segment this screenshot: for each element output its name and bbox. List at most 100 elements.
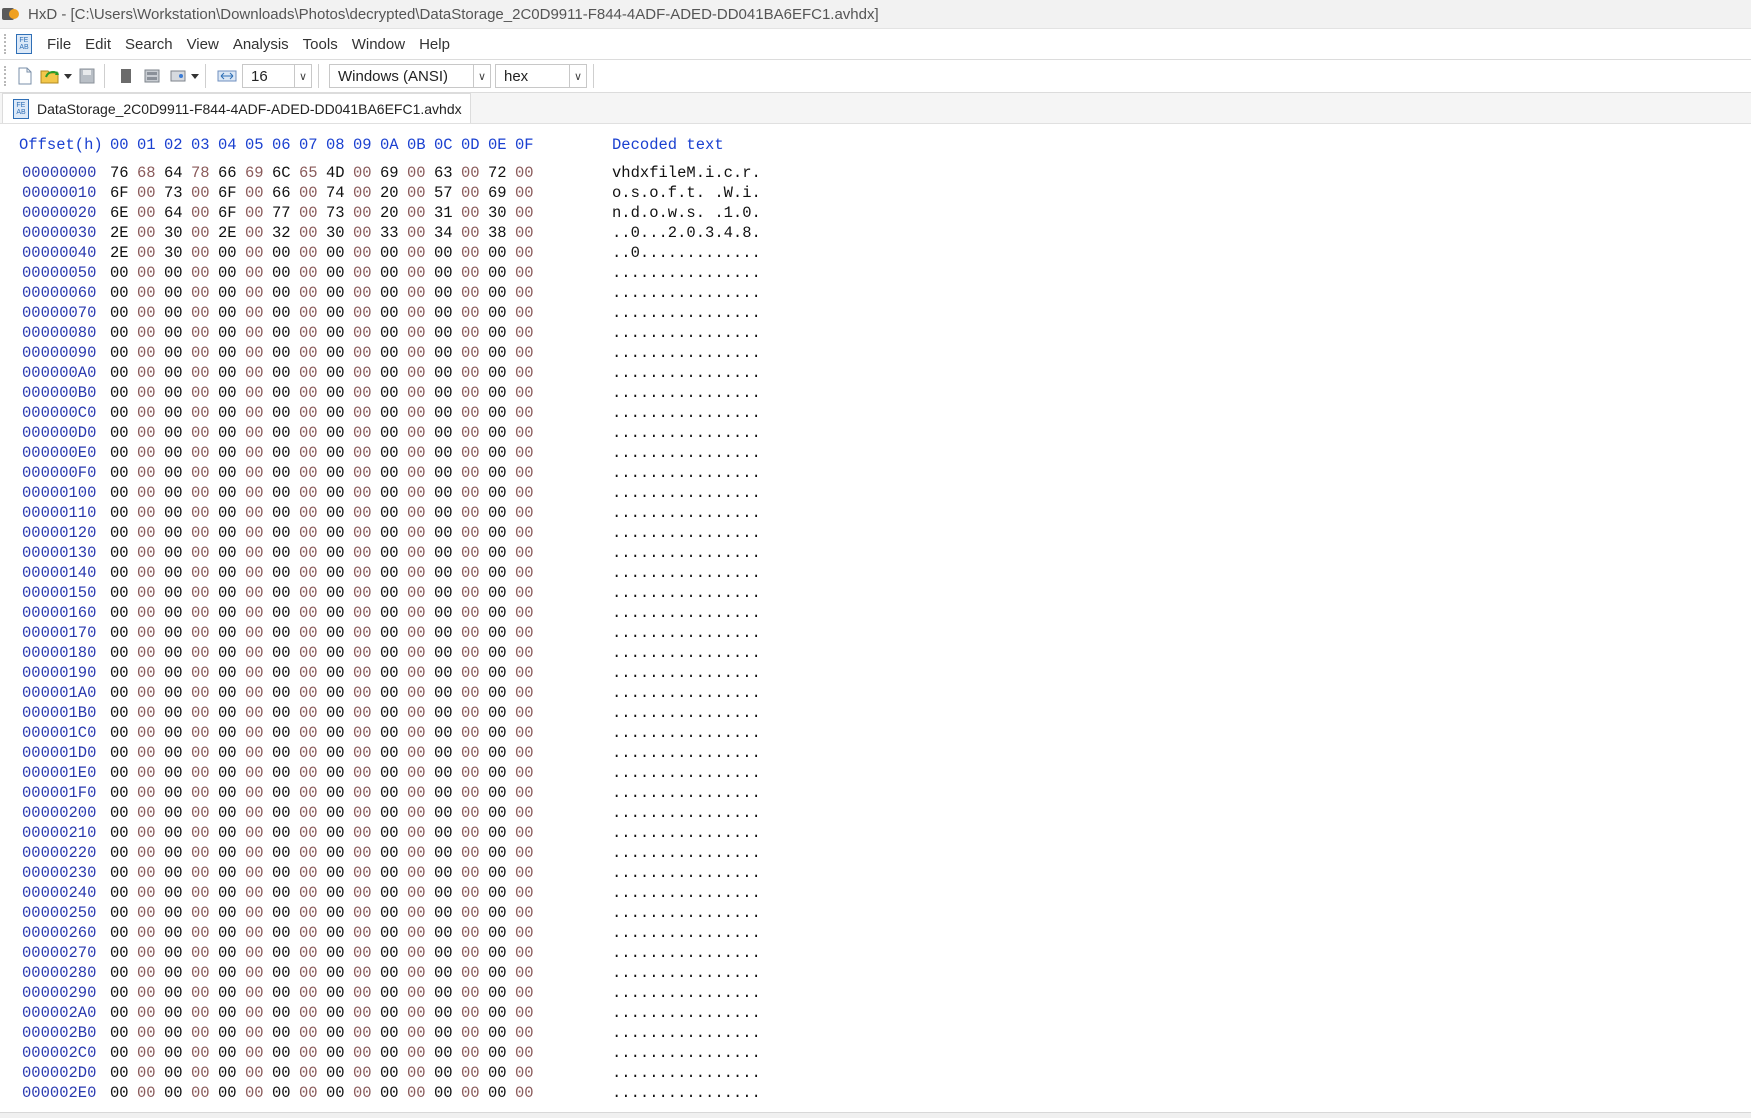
hex-byte[interactable]: 00 [461,344,487,362]
hex-byte[interactable]: 00 [191,544,217,562]
hex-byte[interactable]: 00 [245,544,271,562]
hex-byte[interactable]: 00 [218,304,244,322]
hex-byte[interactable]: 00 [272,704,298,722]
hex-byte[interactable]: 00 [353,584,379,602]
hex-byte[interactable]: 00 [353,264,379,282]
decoded-text[interactable]: ................ [612,324,761,342]
hex-byte[interactable]: 64 [164,204,190,222]
hex-byte[interactable]: 00 [353,204,379,222]
hex-byte[interactable]: 00 [245,1084,271,1102]
hex-byte[interactable]: 00 [191,644,217,662]
hex-byte[interactable]: 00 [218,744,244,762]
hex-byte[interactable]: 00 [515,664,541,682]
hex-byte[interactable]: 00 [191,584,217,602]
hex-byte[interactable]: 00 [218,1084,244,1102]
hex-byte[interactable]: 00 [326,664,352,682]
hex-byte[interactable]: 00 [488,1064,514,1082]
hex-byte[interactable]: 00 [515,584,541,602]
hex-byte[interactable]: 00 [407,1064,433,1082]
hex-byte[interactable]: 00 [110,784,136,802]
hex-byte[interactable]: 00 [272,544,298,562]
hex-row[interactable]: 00000040 2E 00 30 00 00 00 00 00 00 00 00 00 00 00 00 00… [0,244,800,264]
hex-byte[interactable]: 00 [515,164,541,182]
hex-row[interactable]: 00000030 2E 00 30 00 2E 00 32 00 30 00 33 00 34 00 38 00… [0,224,800,244]
hex-byte[interactable]: 00 [272,664,298,682]
hex-byte[interactable]: 00 [326,504,352,522]
hex-byte[interactable]: 00 [137,344,163,362]
hex-byte[interactable]: 00 [434,524,460,542]
hex-byte[interactable]: 00 [434,404,460,422]
decoded-text[interactable]: ................ [612,364,761,382]
hex-byte[interactable]: 00 [515,544,541,562]
hex-row[interactable]: 00000230 00 00 00 00 00 00 00 00 00 00 00 00 00 00 00 00… [0,864,800,884]
hex-byte[interactable]: 00 [191,944,217,962]
hex-byte[interactable]: 00 [461,724,487,742]
hex-byte[interactable]: 00 [272,864,298,882]
hex-byte[interactable]: 00 [353,844,379,862]
open-ram-icon[interactable] [141,65,163,87]
hex-byte[interactable]: 00 [326,484,352,502]
hex-byte[interactable]: 00 [515,944,541,962]
hex-byte[interactable]: 00 [326,424,352,442]
hex-byte[interactable]: 00 [245,464,271,482]
hex-editor-view[interactable]: Offset(h) Decoded text 00 01 02 03 04 05 06 07 0… [0,124,1751,1110]
hex-byte[interactable]: 00 [245,424,271,442]
chevron-down-icon[interactable]: ∨ [569,65,586,87]
hex-byte[interactable]: 6F [218,184,244,202]
hex-byte[interactable]: 00 [488,444,514,462]
hex-byte[interactable]: 72 [488,164,514,182]
hex-byte[interactable]: 00 [191,984,217,1002]
hex-byte[interactable]: 00 [137,1084,163,1102]
hex-byte[interactable]: 00 [407,604,433,622]
hex-byte[interactable]: 00 [515,184,541,202]
hex-byte[interactable]: 68 [137,164,163,182]
menu-view[interactable]: View [180,36,226,53]
hex-byte[interactable]: 00 [353,804,379,822]
hex-byte[interactable]: 00 [353,564,379,582]
hex-byte[interactable]: 00 [353,1024,379,1042]
hex-row[interactable]: 00000110 00 00 00 00 00 00 00 00 00 00 00 00 00 00 00 00… [0,504,800,524]
hex-byte[interactable]: 00 [272,1004,298,1022]
new-file-icon[interactable] [14,65,36,87]
hex-byte[interactable]: 76 [110,164,136,182]
hex-byte[interactable]: 00 [299,544,325,562]
hex-byte[interactable]: 00 [299,504,325,522]
hex-byte[interactable]: 00 [488,844,514,862]
hex-byte[interactable]: 00 [326,804,352,822]
hex-byte[interactable]: 00 [515,864,541,882]
hex-byte[interactable]: 00 [326,384,352,402]
hex-byte[interactable]: 00 [191,504,217,522]
hex-byte[interactable]: 00 [461,1084,487,1102]
hex-byte[interactable]: 00 [299,624,325,642]
hex-byte[interactable]: 00 [461,544,487,562]
decoded-text[interactable]: ................ [612,424,761,442]
hex-byte[interactable]: 00 [353,964,379,982]
hex-byte[interactable]: 00 [272,784,298,802]
hex-byte[interactable]: 74 [326,184,352,202]
hex-byte[interactable]: 00 [515,764,541,782]
hex-byte[interactable]: 00 [191,904,217,922]
hex-byte[interactable]: 00 [326,764,352,782]
hex-byte[interactable]: 00 [191,704,217,722]
hex-byte[interactable]: 00 [110,284,136,302]
hex-byte[interactable]: 00 [164,824,190,842]
hex-byte[interactable]: 00 [515,304,541,322]
decoded-text[interactable]: n.d.o.w.s. .1.0. [612,204,761,222]
hex-byte[interactable]: 00 [407,224,433,242]
hex-byte[interactable]: 00 [218,984,244,1002]
hex-byte[interactable]: 00 [353,924,379,942]
hex-byte[interactable]: 00 [380,804,406,822]
hex-byte[interactable]: 00 [164,664,190,682]
offset-base-select[interactable]: hex ∨ [495,64,587,88]
hex-byte[interactable]: 00 [164,604,190,622]
hex-byte[interactable]: 66 [272,184,298,202]
hex-byte[interactable]: 00 [515,344,541,362]
hex-byte[interactable]: 00 [137,1024,163,1042]
hex-byte[interactable]: 00 [299,904,325,922]
hex-byte[interactable]: 00 [245,764,271,782]
hex-byte[interactable]: 00 [380,884,406,902]
hex-byte[interactable]: 00 [515,1004,541,1022]
hex-byte[interactable]: 00 [353,624,379,642]
hex-byte[interactable]: 00 [434,1024,460,1042]
decoded-text[interactable]: ................ [612,764,761,782]
